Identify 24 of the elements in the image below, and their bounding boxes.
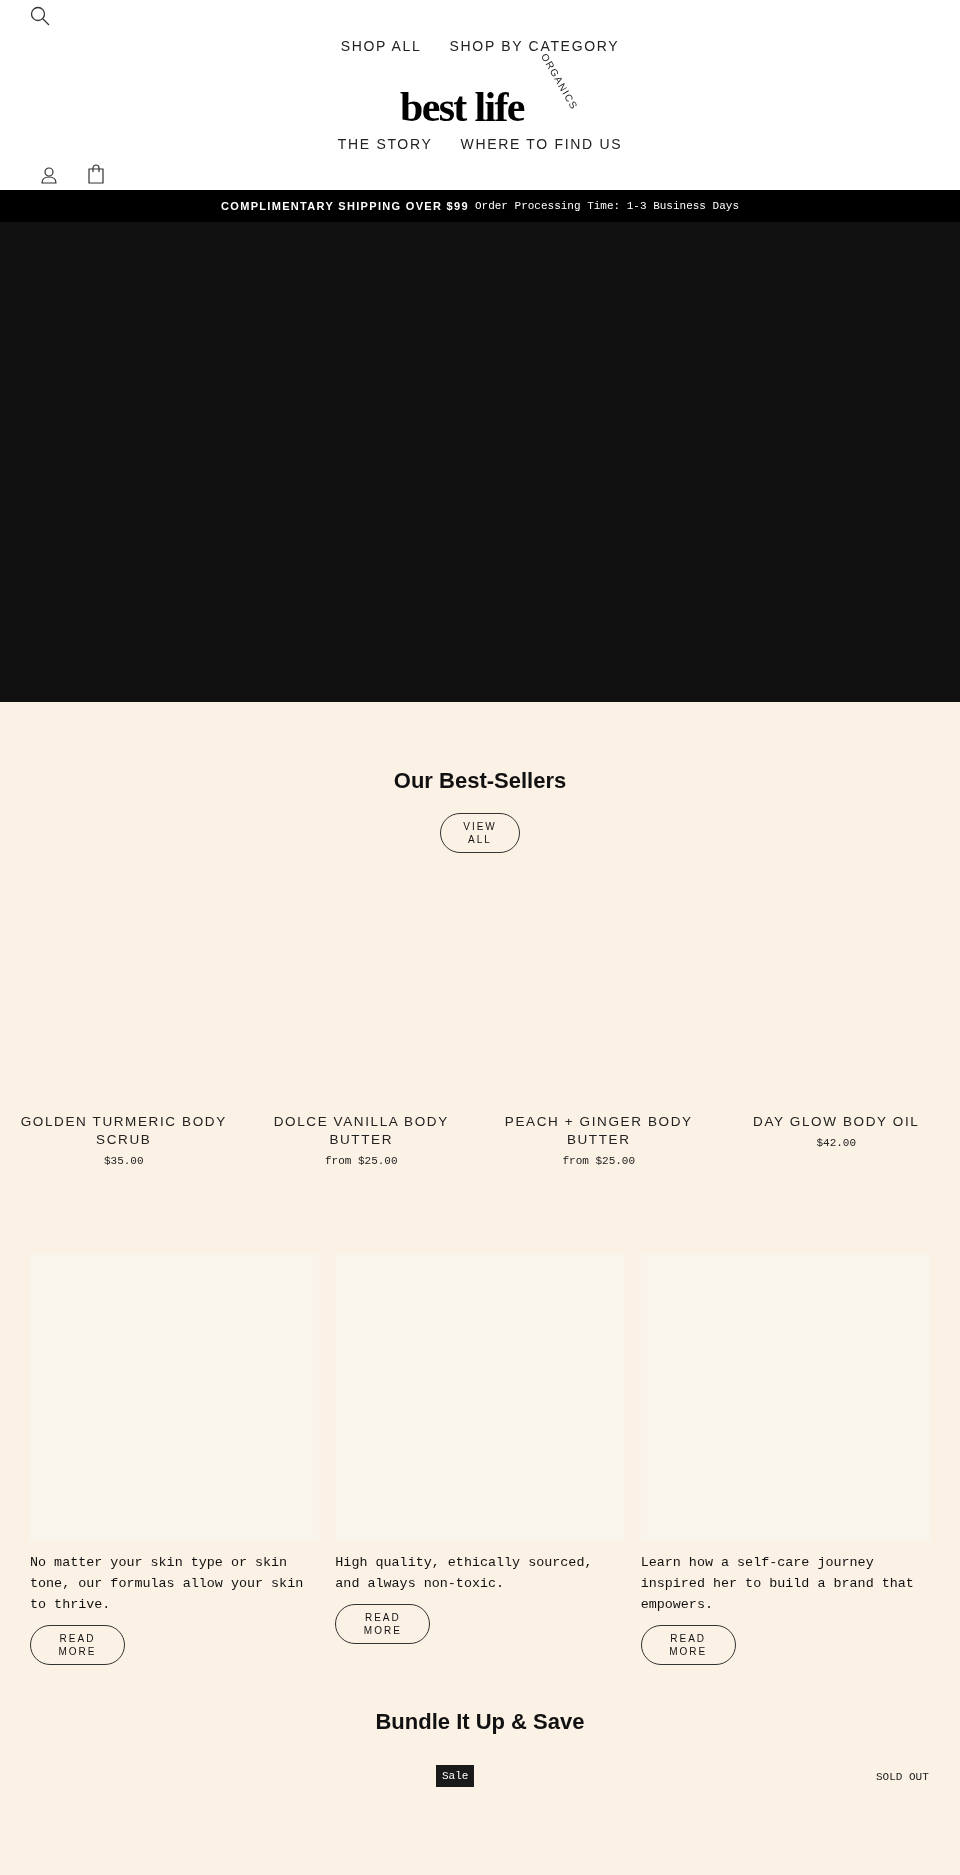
product-price: $42.00 [816,1136,857,1151]
product-name[interactable]: PEACH + GINGER BODY BUTTER [494,1113,704,1149]
announcement-title: COMPLIMENTARY SHIPPING OVER $99 [221,198,469,214]
logo-wordmark[interactable]: best life [400,86,524,128]
sale-badge: Sale [436,1764,475,1787]
product-price: from $25.00 [324,1154,398,1169]
article-summary: No matter your skin type or skin tone, our formulas allow your skin to thrive. [30,1553,305,1614]
article-summary: High quality, ethically sourced, and always non-toxic. [335,1553,594,1593]
announcement-text: Order Processing Time: 1-3 Business Days [474,198,739,214]
product-name[interactable]: DOLCE VANILLA BODY BUTTER [256,1113,466,1149]
nav-link[interactable]: SHOP ALL [340,36,422,57]
product-price: $35.00 [103,1154,144,1169]
product-name[interactable]: GOLDEN TURMERIC BODY SCRUB [19,1113,229,1149]
section-heading: Our Best-Sellers [393,767,567,795]
sold-out-label: SOLD OUT [876,1769,929,1785]
product-name[interactable]: DAY GLOW BODY OIL [753,1113,920,1131]
section-heading: Bundle It Up & Save [374,1707,586,1736]
account-icon[interactable] [40,166,58,184]
product-price: from $25.00 [562,1154,636,1169]
article-summary: Learn how a self-care journey inspired her to build a brand that empowers. [640,1553,915,1614]
nav-link[interactable]: THE STORY [337,134,433,155]
search-icon[interactable] [30,6,50,26]
nav-link[interactable]: WHERE TO FIND US [460,134,623,155]
shopping-bag-icon[interactable] [88,164,104,184]
